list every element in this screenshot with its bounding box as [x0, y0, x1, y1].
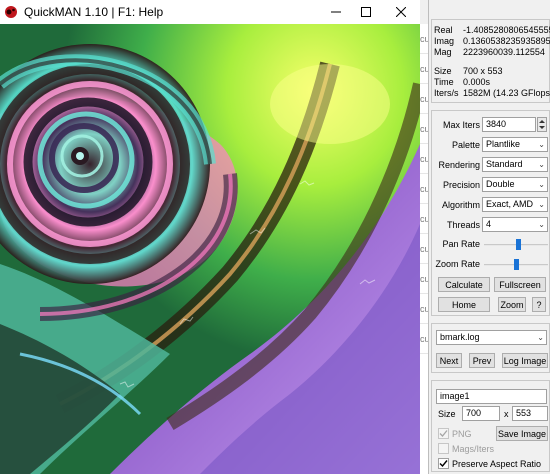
- log-file-select[interactable]: bmark.log ⌄: [436, 330, 547, 345]
- imag-label: Imag: [434, 36, 455, 46]
- edge-cell-text: cu: [420, 154, 428, 174]
- log-box: bmark.log ⌄ Next Prev Log Image: [431, 323, 550, 373]
- rendering-select[interactable]: Standard ⌄: [482, 157, 548, 172]
- imag-value: 0.1360538235935895: [463, 36, 550, 46]
- edge-cell-text: cu: [420, 274, 428, 294]
- mag-value: 2223960039.112554: [463, 47, 545, 57]
- prev-button[interactable]: Prev: [469, 353, 495, 368]
- log-image-button[interactable]: Log Image: [502, 353, 548, 368]
- palette-select[interactable]: Plantlike ⌄: [482, 137, 548, 152]
- max-iters-label: Max Iters: [442, 120, 480, 130]
- precision-label: Precision: [442, 180, 480, 190]
- iters-value: 1582M (14.23 GFlops): [463, 88, 550, 98]
- palette-label: Palette: [451, 140, 480, 150]
- max-iters-input[interactable]: 3840: [482, 117, 536, 132]
- zoom-rate-slider[interactable]: [484, 259, 548, 270]
- spinner-arrows-icon: [539, 120, 545, 129]
- render-window: QuickMAN 1.10 | F1: Help: [0, 0, 420, 474]
- edge-cell-text: cu: [420, 34, 428, 54]
- rendering-value: Standard: [486, 159, 523, 169]
- size-value: 700 x 553: [463, 66, 503, 76]
- rendering-label: Rendering: [438, 160, 480, 170]
- home-button[interactable]: Home: [438, 297, 490, 312]
- edge-cell-text: cu: [420, 124, 428, 144]
- save-size-label: Size: [438, 409, 456, 419]
- time-value: 0.000s: [463, 77, 491, 87]
- save-box: image1 Size 700 x 553 PNG Save Image Mag…: [431, 380, 550, 472]
- zoom-rate-thumb[interactable]: [514, 259, 519, 270]
- zoom-rate-label: Zoom Rate: [435, 259, 480, 269]
- checkmark-icon: [439, 430, 448, 437]
- real-value: -1.4085280806545555: [463, 25, 550, 35]
- minimize-button[interactable]: [320, 0, 351, 24]
- mag-label: Mag: [434, 47, 452, 57]
- threads-label: Threads: [446, 220, 480, 230]
- mags-iters-label: Mags/Iters: [452, 444, 495, 454]
- calculate-button[interactable]: Calculate: [438, 277, 490, 292]
- title-bar[interactable]: QuickMAN 1.10 | F1: Help: [0, 0, 420, 24]
- close-icon: [395, 7, 406, 17]
- log-file-value: bmark.log: [440, 332, 480, 342]
- algorithm-value: Exact, AMD: [486, 199, 534, 209]
- chevron-down-icon: ⌄: [538, 200, 545, 209]
- height-input[interactable]: 553: [512, 406, 548, 421]
- precision-select[interactable]: Double ⌄: [482, 177, 548, 192]
- png-label: PNG: [452, 429, 472, 439]
- control-panel: Real -1.4085280806545555 Imag 0.13605382…: [428, 0, 550, 474]
- threads-value: 4: [486, 219, 492, 229]
- palette-value: Plantlike: [486, 139, 521, 149]
- chevron-down-icon: ⌄: [537, 333, 544, 342]
- edge-cell-text: cu: [420, 64, 428, 84]
- chevron-down-icon: ⌄: [538, 140, 545, 149]
- settings-box: Max Iters 3840 Palette Plantlike ⌄ Render…: [431, 110, 550, 316]
- algorithm-label: Algorithm: [441, 200, 480, 210]
- fullscreen-button[interactable]: Fullscreen: [494, 277, 546, 292]
- info-box: Real -1.4085280806545555 Imag 0.13605382…: [431, 19, 550, 103]
- maximize-icon: [360, 7, 371, 17]
- size-x-label: x: [504, 409, 509, 419]
- threads-select[interactable]: 4 ⌄: [482, 217, 548, 232]
- max-iters-spinner[interactable]: [537, 117, 547, 132]
- algorithm-select[interactable]: Exact, AMD ⌄: [482, 197, 548, 212]
- chevron-down-icon: ⌄: [538, 160, 545, 169]
- image-name-input[interactable]: image1: [436, 389, 547, 404]
- pan-rate-label: Pan Rate: [442, 239, 480, 249]
- png-checkbox[interactable]: [438, 428, 449, 439]
- precision-value: Double: [486, 179, 515, 189]
- maximize-button[interactable]: [350, 0, 381, 24]
- checkmark-icon: [439, 460, 448, 468]
- next-button[interactable]: Next: [436, 353, 462, 368]
- edge-cell-text: cu: [420, 304, 428, 324]
- edge-cell-text: cu: [420, 244, 428, 264]
- edge-cell-text: cu: [420, 214, 428, 234]
- chevron-down-icon: ⌄: [538, 220, 545, 229]
- mags-iters-checkbox[interactable]: [438, 443, 449, 454]
- chevron-down-icon: ⌄: [538, 180, 545, 189]
- app-icon: [4, 5, 18, 19]
- help-button[interactable]: ?: [532, 297, 546, 312]
- preserve-aspect-label: Preserve Aspect Ratio: [452, 459, 542, 469]
- close-button[interactable]: [385, 0, 416, 24]
- minimize-icon: [330, 11, 341, 13]
- size-label: Size: [434, 66, 452, 76]
- pan-rate-slider[interactable]: [484, 239, 548, 250]
- iters-label: Iters/s: [434, 88, 459, 98]
- preserve-aspect-checkbox[interactable]: [438, 458, 449, 469]
- edge-cell-text: cu: [420, 334, 428, 354]
- edge-cell-text: cu: [420, 184, 428, 204]
- edge-cell-text: cu: [420, 94, 428, 114]
- save-image-button[interactable]: Save Image: [496, 426, 548, 441]
- window-title: QuickMAN 1.10 | F1: Help: [24, 5, 164, 19]
- time-label: Time: [434, 77, 454, 87]
- width-input[interactable]: 700: [462, 406, 500, 421]
- pan-rate-thumb[interactable]: [516, 239, 521, 250]
- zoom-button[interactable]: Zoom: [498, 297, 526, 312]
- real-label: Real: [434, 25, 453, 35]
- fractal-canvas[interactable]: [0, 24, 420, 474]
